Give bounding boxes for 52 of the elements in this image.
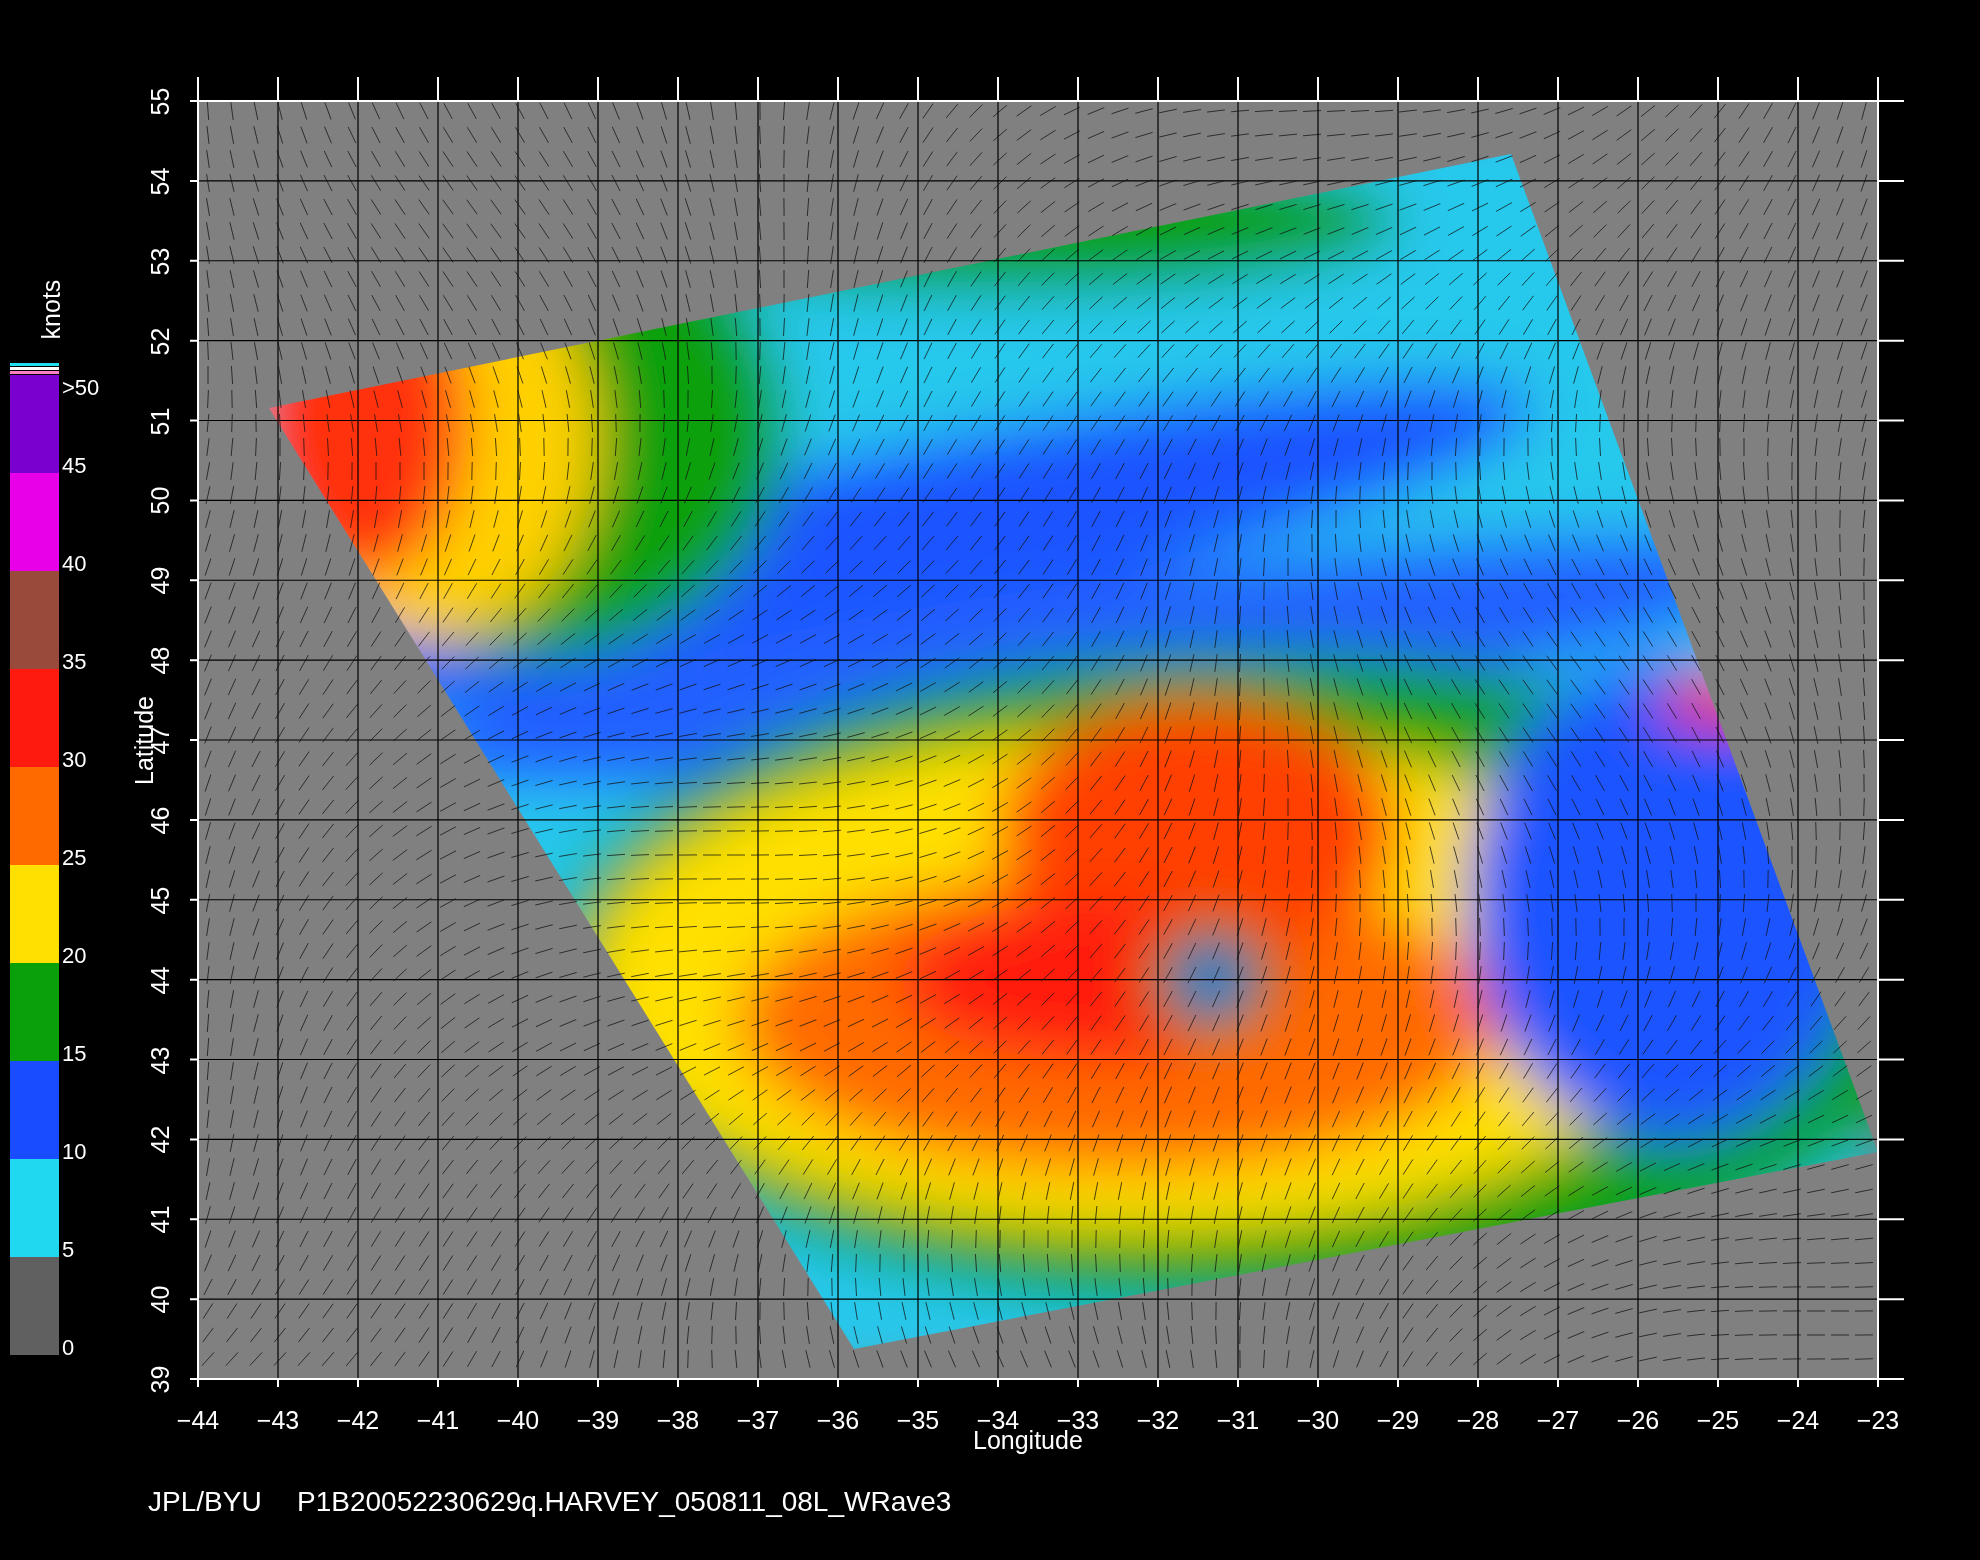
colorbar-label: 20: [62, 945, 87, 967]
colorbar-label: 35: [62, 651, 87, 673]
x-tick-label: −27: [1535, 1408, 1581, 1433]
x-tick-label: −35: [895, 1408, 941, 1433]
colorbar-stripes-drawing: [10, 363, 59, 374]
x-tick-label: −26: [1615, 1408, 1661, 1433]
colorbar-label: >50: [62, 377, 100, 399]
x-tick-label: −28: [1455, 1408, 1501, 1433]
x-tick-label: −30: [1295, 1408, 1341, 1433]
x-tick-label: −32: [1135, 1408, 1181, 1433]
y-tick-label: 44: [147, 965, 173, 997]
colorbar-label: 15: [62, 1043, 87, 1065]
y-tick-label: 42: [147, 1124, 173, 1156]
y-tick-label: 39: [147, 1364, 173, 1396]
y-tick-label: 48: [147, 645, 173, 677]
y-tick-label: 49: [147, 565, 173, 597]
x-tick-label: −41: [415, 1408, 461, 1433]
y-tick-label: 46: [147, 805, 173, 837]
x-axis-title: Longitude: [973, 1428, 1083, 1453]
x-tick-label: −29: [1375, 1408, 1421, 1433]
footer-caption: P1B20052230629q.HARVEY_050811_08L_WRave3: [297, 1488, 952, 1516]
x-tick-label: −42: [335, 1408, 381, 1433]
x-tick-label: −31: [1215, 1408, 1261, 1433]
colorbar-label: 10: [62, 1141, 87, 1163]
x-tick-label: −43: [255, 1408, 301, 1433]
x-tick-label: −25: [1695, 1408, 1741, 1433]
x-tick-label: −39: [575, 1408, 621, 1433]
colorbar-label: 45: [62, 455, 87, 477]
y-tick-label: 43: [147, 1045, 173, 1076]
y-tick-label: 41: [147, 1204, 173, 1236]
x-tick-label: −24: [1775, 1408, 1821, 1433]
colorbar-label: 0: [62, 1337, 75, 1359]
colorbar-label: 5: [62, 1239, 75, 1261]
x-tick-label: −40: [495, 1408, 541, 1433]
footer-caption: JPL/BYU: [148, 1488, 262, 1516]
y-tick-label: 40: [147, 1284, 173, 1316]
colorbar-label: 25: [62, 847, 87, 869]
colorbar-unit-label: knots: [39, 279, 65, 340]
x-tick-label: −37: [735, 1408, 781, 1433]
x-tick-label: −23: [1855, 1408, 1901, 1433]
y-tick-label: 54: [147, 166, 173, 198]
y-tick-label: 52: [147, 326, 173, 358]
colorbar-label: 30: [62, 749, 87, 771]
y-tick-label: 45: [147, 885, 173, 917]
x-tick-label: −36: [815, 1408, 861, 1433]
y-tick-label: 50: [147, 485, 173, 517]
x-tick-label: −38: [655, 1408, 701, 1433]
y-tick-label: 55: [147, 86, 173, 118]
x-tick-label: −44: [175, 1408, 221, 1433]
y-tick-label: 53: [147, 246, 173, 278]
colorbar-label: 40: [62, 553, 87, 575]
y-tick-label: 51: [147, 406, 173, 437]
